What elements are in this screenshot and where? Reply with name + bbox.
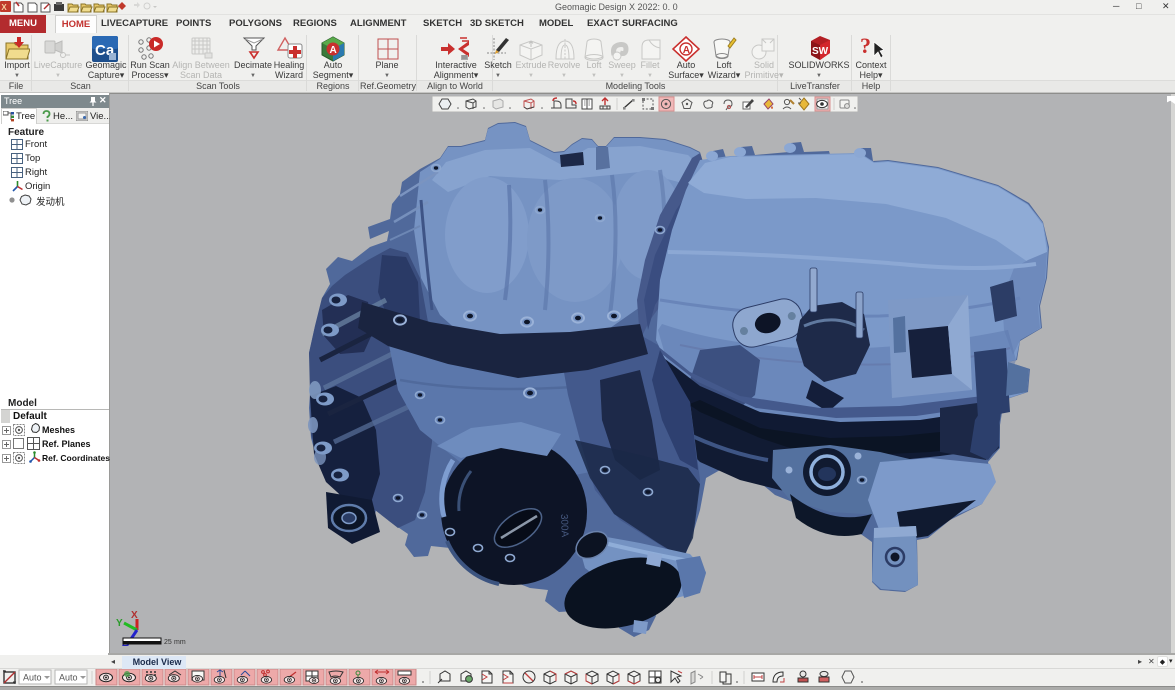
svg-text:A: A (683, 45, 690, 56)
svg-text:300A: 300A (558, 514, 570, 538)
svg-text:Y: Y (116, 618, 123, 629)
svg-text:25: 25 (164, 639, 172, 646)
svg-text:Auto: Auto (59, 673, 78, 683)
svg-text:X: X (1, 3, 7, 12)
svg-text:SW: SW (812, 46, 829, 57)
svg-text:?: ? (860, 34, 871, 58)
svg-text:A: A (330, 45, 337, 56)
svg-text:Auto: Auto (23, 673, 42, 683)
svg-text:mm: mm (174, 639, 186, 646)
